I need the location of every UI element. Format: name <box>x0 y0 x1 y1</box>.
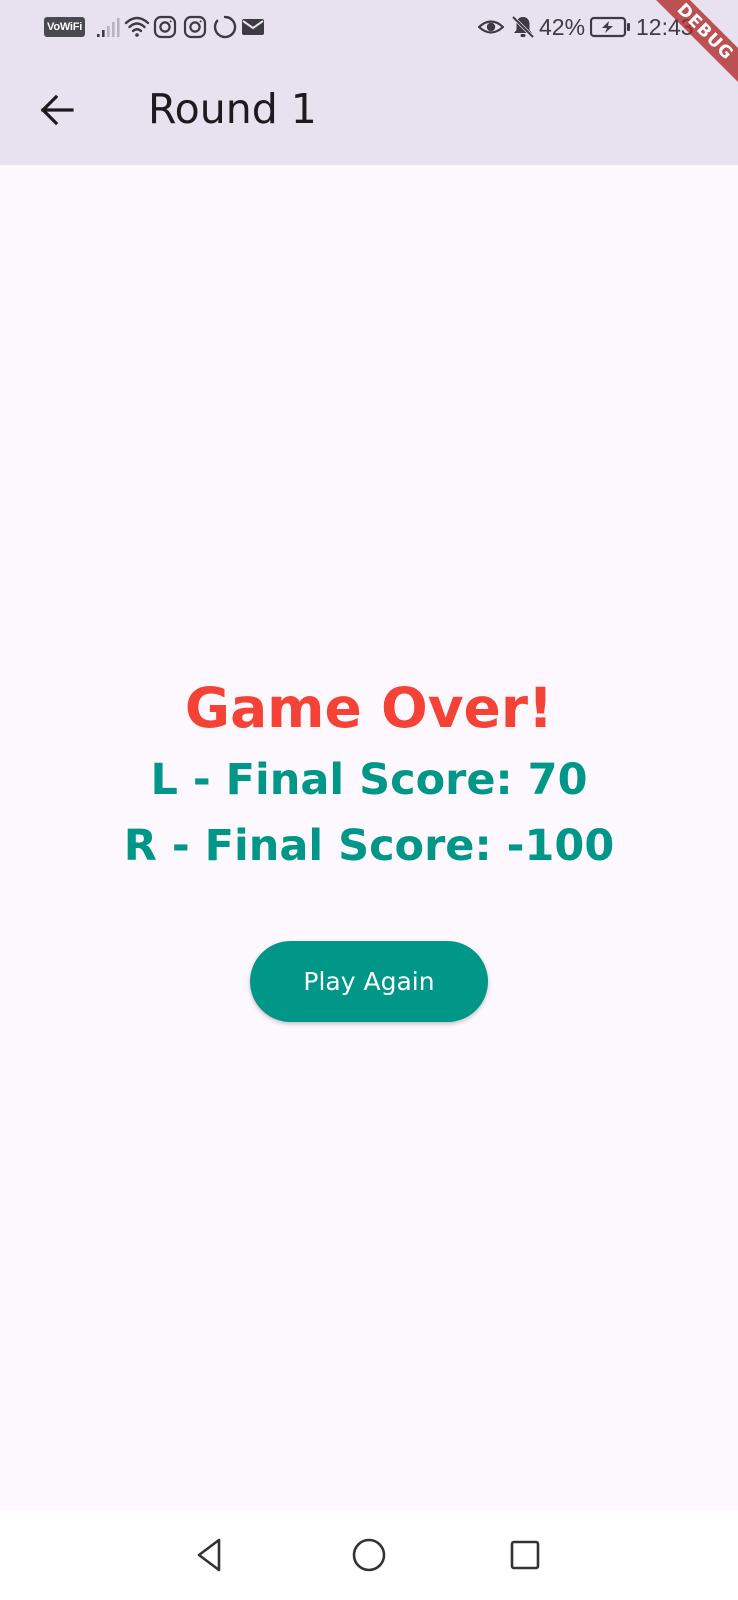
bell-muted-icon <box>510 14 536 40</box>
instagram-icon <box>152 14 178 40</box>
recents-square-icon <box>510 1540 540 1570</box>
arrow-back-icon <box>40 94 74 126</box>
instagram-icon <box>182 14 208 40</box>
sync-icon <box>212 14 238 40</box>
mail-icon <box>240 14 266 40</box>
back-button[interactable] <box>28 81 86 139</box>
system-navigation-bar <box>0 1510 738 1600</box>
app-bar: Round 1 <box>0 54 738 165</box>
game-over-heading: Game Over! <box>184 676 554 740</box>
page-title: Round 1 <box>148 85 317 133</box>
signal-icon <box>96 14 122 40</box>
wifi-icon <box>124 14 150 40</box>
game-over-screen: Game Over! L - Final Score: 70 R - Final… <box>0 165 738 1510</box>
back-triangle-icon <box>197 1538 221 1572</box>
result-block: Game Over! L - Final Score: 70 R - Final… <box>0 669 738 879</box>
play-again-button[interactable]: Play Again <box>250 941 488 1022</box>
home-circle-icon <box>352 1538 386 1572</box>
nav-recents-button[interactable] <box>500 1530 550 1580</box>
battery-percent: 42% <box>539 14 586 40</box>
right-final-score: R - Final Score: -100 <box>123 821 615 871</box>
left-final-score: L - Final Score: 70 <box>150 755 588 805</box>
battery-charging-icon <box>590 14 632 40</box>
nav-home-button[interactable] <box>344 1530 394 1580</box>
nav-back-button[interactable] <box>186 1530 236 1580</box>
clock: 12:43 <box>636 14 694 40</box>
vowifi-icon: VoWiFi <box>44 17 86 37</box>
eye-icon <box>478 14 504 40</box>
status-bar: VoWiFi 42% 12:43 <box>0 0 738 54</box>
